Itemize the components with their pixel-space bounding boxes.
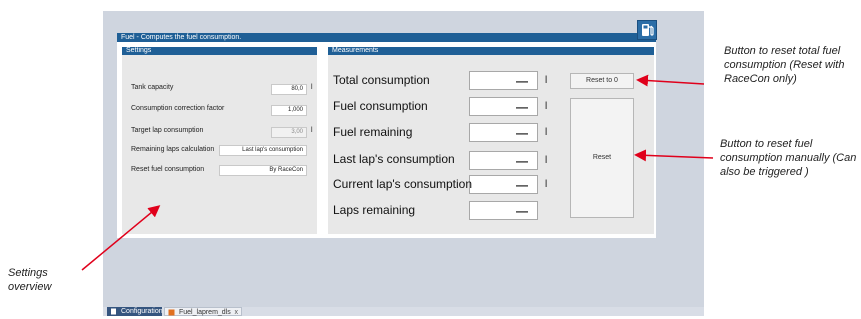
arrow-reset-total [636, 74, 705, 87]
arrow-settings-overview [81, 205, 161, 271]
arrow-reset-manual [634, 149, 714, 162]
callout-arrows [81, 74, 714, 271]
